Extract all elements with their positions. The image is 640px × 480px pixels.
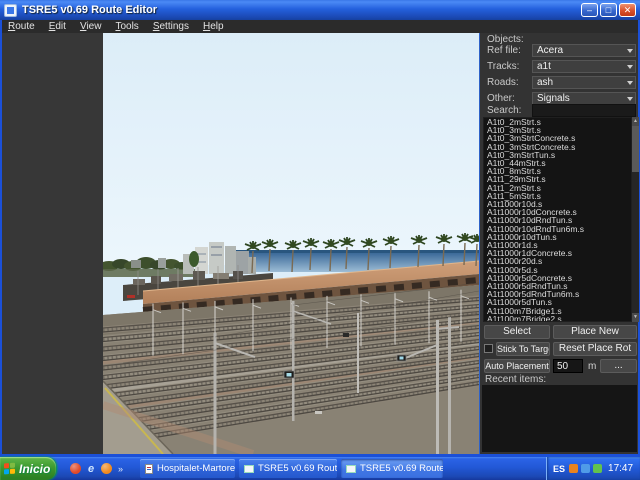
system-tray: ES 17:47 bbox=[546, 457, 640, 480]
viewport-3d-scene[interactable] bbox=[103, 33, 479, 454]
select-button[interactable]: Select bbox=[484, 325, 550, 339]
window-title: TSRE5 v0.69 Route Editor bbox=[22, 4, 581, 16]
tracks-label: Tracks: bbox=[487, 61, 519, 72]
auto-placement-unit: m bbox=[588, 361, 596, 372]
task-label: TSRE5 v0.69 Route E... bbox=[258, 463, 337, 474]
roads-label: Roads: bbox=[487, 77, 519, 88]
auto-placement-button[interactable]: Auto Placement bbox=[484, 359, 550, 373]
tray-icons bbox=[569, 464, 602, 473]
tray-icon-green[interactable] bbox=[593, 464, 602, 473]
other-label: Other: bbox=[487, 93, 515, 104]
asset-list-scrollbar[interactable]: ▲ ▼ bbox=[632, 117, 639, 322]
menu-item-help[interactable]: Help bbox=[203, 21, 224, 33]
recent-items-box[interactable] bbox=[482, 385, 637, 452]
start-label: Inicio bbox=[19, 462, 50, 476]
taskbar-task-1[interactable]: Hospitalet-Martorell ... bbox=[140, 459, 235, 478]
objects-panel: Objects: Ref file: Acera Tracks: a1t Roa… bbox=[479, 33, 638, 454]
menu-item-settings[interactable]: Settings bbox=[153, 21, 189, 33]
quick-launch-bar: e» bbox=[62, 457, 123, 480]
ref-file-select[interactable]: Acera bbox=[532, 44, 636, 57]
windows-logo-icon bbox=[4, 462, 16, 475]
search-input[interactable] bbox=[532, 104, 636, 117]
tracks-select[interactable]: a1t bbox=[532, 60, 636, 73]
chevron-down-icon bbox=[627, 65, 633, 69]
objects-header: Objects: bbox=[487, 34, 524, 45]
internet-explorer-icon[interactable]: e bbox=[85, 463, 97, 475]
app-window-icon bbox=[346, 465, 356, 473]
menu-item-route[interactable]: Route bbox=[8, 21, 35, 33]
chevron-down-icon bbox=[627, 97, 633, 101]
start-button[interactable]: Inicio bbox=[0, 457, 56, 480]
asset-list[interactable]: A1t0_2mStrt.sA1t0_3mStrt.sA1t0_3mStrtCon… bbox=[483, 117, 632, 322]
tray-icon-blue[interactable] bbox=[581, 464, 590, 473]
opera-icon[interactable] bbox=[70, 463, 81, 474]
window-titlebar[interactable]: TSRE5 v0.69 Route Editor – □ ✕ bbox=[0, 0, 640, 20]
menu-item-view[interactable]: View bbox=[80, 21, 102, 33]
app-window-icon bbox=[244, 465, 254, 473]
auto-placement-distance-input[interactable] bbox=[553, 359, 583, 373]
quick-launch-overflow-chevron[interactable]: » bbox=[118, 464, 123, 474]
scroll-up-icon[interactable]: ▲ bbox=[632, 117, 639, 126]
recent-items-label: Recent items: bbox=[485, 374, 546, 385]
asset-list-item[interactable]: A1t100m7Bridge2.s bbox=[487, 315, 631, 322]
railway-scene bbox=[103, 33, 479, 454]
task-label: TSRE5 v0.69 Route E... bbox=[360, 463, 443, 474]
scrollbar-thumb[interactable] bbox=[632, 126, 639, 172]
desktop-screen: TSRE5 v0.69 Route Editor – □ ✕ Route Edit… bbox=[0, 0, 640, 480]
menu-item-edit[interactable]: Edit bbox=[49, 21, 66, 33]
place-new-button[interactable]: Place New bbox=[553, 325, 637, 339]
menu-item-tools[interactable]: Tools bbox=[115, 21, 138, 33]
maximize-button[interactable]: □ bbox=[600, 3, 617, 17]
roads-select[interactable]: ash bbox=[532, 76, 636, 89]
stick-to-target-checkbox[interactable] bbox=[484, 344, 493, 353]
search-label: Search: bbox=[487, 105, 521, 116]
app-icon bbox=[4, 4, 17, 17]
stick-to-target-button[interactable]: Stick To Target bbox=[496, 342, 550, 356]
taskbar: Inicio e» Hospitalet-Martorell ...TSRE5 … bbox=[0, 457, 640, 480]
taskbar-task-2[interactable]: TSRE5 v0.69 Route E... bbox=[239, 459, 337, 478]
task-label: Hospitalet-Martorell ... bbox=[157, 463, 235, 474]
chevron-down-icon bbox=[627, 81, 633, 85]
language-indicator[interactable]: ES bbox=[553, 464, 565, 474]
tray-icon-orange[interactable] bbox=[569, 464, 578, 473]
firefox-icon[interactable] bbox=[101, 463, 112, 474]
taskbar-task-3[interactable]: TSRE5 v0.69 Route E... bbox=[341, 459, 443, 478]
more-options-button[interactable]: ... bbox=[600, 359, 637, 373]
left-empty-strip bbox=[2, 33, 103, 454]
document-icon bbox=[145, 464, 153, 474]
scroll-down-icon[interactable]: ▼ bbox=[632, 313, 639, 322]
chevron-down-icon bbox=[627, 49, 633, 53]
taskbar-clock[interactable]: 17:47 bbox=[608, 463, 633, 474]
ref-file-label: Ref file: bbox=[487, 45, 521, 56]
taskbar-tasks: Hospitalet-Martorell ... TSRE5 v0.69 Rout… bbox=[140, 459, 443, 478]
reset-place-rot-button[interactable]: Reset Place Rot bbox=[553, 342, 637, 356]
menu-bar: Route Edit View Tools Settings Help bbox=[2, 20, 638, 33]
minimize-button[interactable]: – bbox=[581, 3, 598, 17]
close-button[interactable]: ✕ bbox=[619, 3, 636, 17]
